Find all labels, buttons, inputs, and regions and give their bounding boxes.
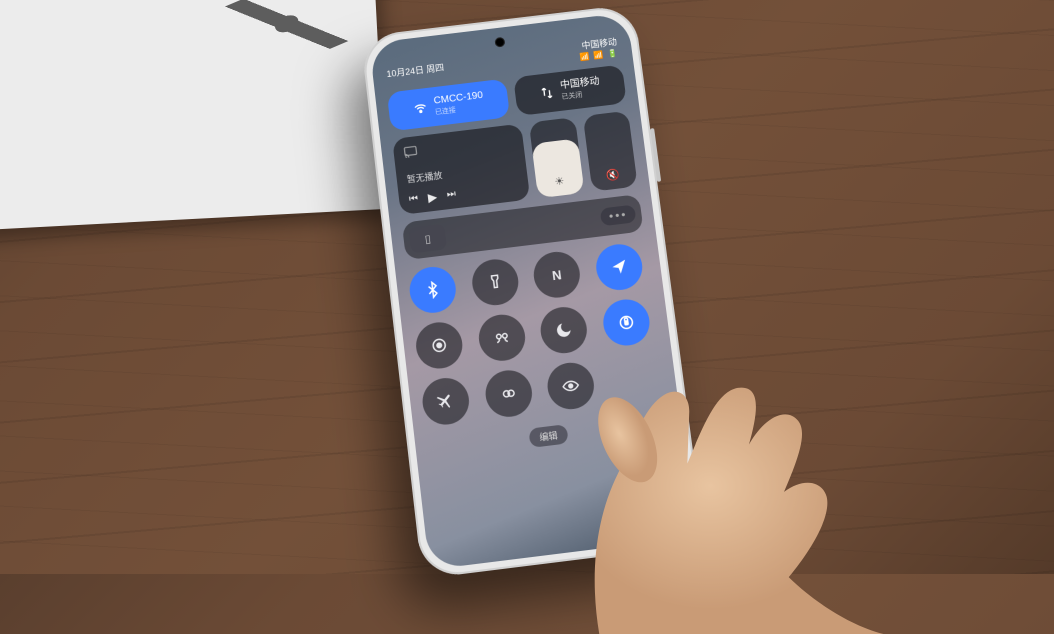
volume-slider[interactable]: 🔇 — [582, 111, 638, 192]
media-next-icon[interactable]: ⏭ — [446, 189, 456, 201]
status-date: 10月24日 周四 — [386, 61, 445, 80]
brightness-slider[interactable]: ☀ — [529, 117, 584, 198]
phone-screen: 10月24日 周四 中国移动 📶 📶 🔋 CMCC-190 已连接 — [369, 12, 696, 569]
volume-icon: 🔇 — [606, 168, 621, 182]
device-select-icon[interactable]: ▯ — [408, 224, 447, 254]
eyecare-toggle[interactable] — [414, 320, 465, 371]
flashlight-toggle[interactable] — [469, 257, 520, 308]
data-arrows-icon — [538, 84, 556, 101]
toggle-grid: N — [407, 239, 666, 427]
media-prev-icon[interactable]: ⏮ — [409, 193, 419, 205]
edit-button[interactable]: 编辑 — [528, 424, 568, 448]
rotation-lock-toggle[interactable] — [600, 297, 652, 348]
wifi-icon — [412, 100, 430, 117]
cast-icon — [403, 144, 419, 163]
screenshot-toggle[interactable] — [476, 312, 527, 363]
nfc-toggle[interactable]: N — [531, 249, 582, 300]
more-icon[interactable]: ••• — [600, 205, 636, 227]
cellular-tile[interactable]: 中国移动 已关闭 — [513, 64, 627, 116]
hotspot-toggle[interactable] — [483, 368, 535, 420]
control-center: CMCC-190 已连接 中国移动 已关闭 — [375, 59, 682, 462]
phone-device: 10月24日 周四 中国移动 📶 📶 🔋 CMCC-190 已连接 — [360, 4, 705, 579]
bluetooth-toggle[interactable] — [407, 264, 458, 315]
location-toggle[interactable] — [593, 242, 644, 293]
media-tile[interactable]: 暂无播放 ⏮ ▶ ⏭ — [392, 124, 530, 215]
dnd-toggle[interactable] — [538, 305, 590, 356]
wifi-tile[interactable]: CMCC-190 已连接 — [387, 79, 510, 132]
media-play-icon[interactable]: ▶ — [427, 189, 438, 204]
airplane-toggle[interactable] — [420, 375, 471, 427]
visibility-toggle[interactable] — [545, 360, 597, 412]
phone-side-button — [650, 128, 661, 182]
nfc-label: N — [551, 267, 562, 283]
brightness-icon: ☀ — [554, 174, 565, 188]
table-book — [0, 0, 387, 231]
